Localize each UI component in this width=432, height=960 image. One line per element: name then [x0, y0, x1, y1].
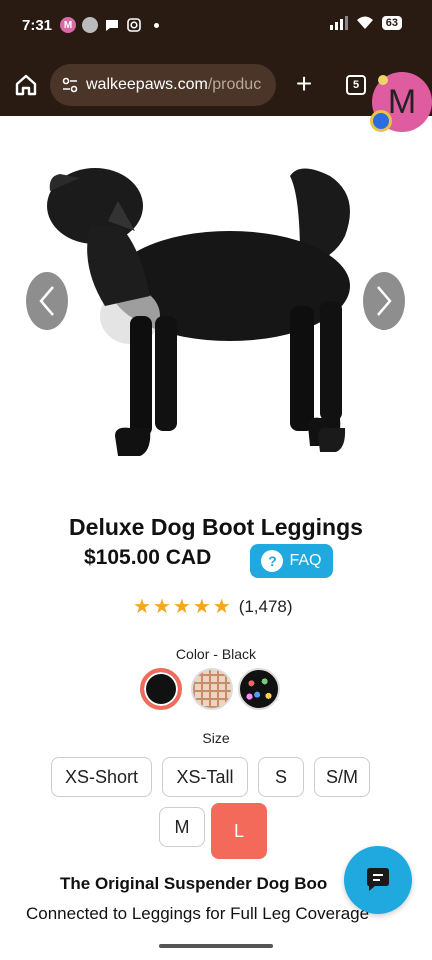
signal-icon — [329, 16, 348, 30]
url-host: walkeepaws.com — [86, 76, 208, 93]
message-notification-icon — [106, 20, 118, 31]
star-icon: ★ — [133, 596, 151, 618]
question-icon: ? — [261, 550, 284, 572]
chat-button[interactable] — [344, 846, 412, 914]
status-right: 63 — [329, 16, 402, 30]
star-icon: ★ — [152, 596, 171, 618]
site-settings-icon[interactable] — [60, 75, 80, 95]
avatar-notification-dot — [378, 75, 388, 85]
size-option-s-m[interactable]: S/M — [314, 757, 370, 797]
status-bar: 7:31 M 63 — [0, 0, 432, 54]
size-option-xs-tall[interactable]: XS-Tall — [162, 757, 248, 797]
star-icon: ★ — [212, 596, 231, 618]
gmail-notification-icon: M — [60, 17, 76, 33]
color-swatch-black[interactable] — [140, 668, 182, 710]
review-count: (1,478) — [238, 597, 293, 616]
product-rating[interactable]: ★ ★ ★ ★ ★ (1,478) — [133, 597, 293, 617]
url-path: /produc — [207, 76, 262, 93]
wifi-icon — [356, 16, 373, 29]
size-option-xs-short[interactable]: XS-Short — [51, 757, 152, 797]
chat-icon — [367, 868, 389, 891]
chat-bubble-badge-icon[interactable] — [370, 110, 392, 132]
notification-icons: M — [60, 17, 159, 33]
status-time: 7:31 — [22, 17, 53, 34]
size-option-m[interactable]: M — [159, 807, 205, 847]
faq-button[interactable]: ? FAQ — [250, 544, 333, 578]
size-option-l[interactable]: L — [211, 803, 267, 859]
more-notifications-dot — [154, 22, 159, 28]
chevron-left-icon — [39, 286, 54, 316]
home-icon[interactable] — [12, 71, 40, 99]
color-swatch-plaid[interactable] — [191, 668, 233, 710]
address-bar[interactable]: walkeepaws.com/produc — [50, 64, 276, 106]
product-title: Deluxe Dog Boot Leggings — [69, 514, 363, 540]
star-icon: ★ — [192, 596, 211, 618]
gesture-nav-bar[interactable] — [159, 944, 273, 948]
tab-switcher-button[interactable]: 5 — [346, 75, 366, 95]
size-label: Size — [202, 730, 230, 746]
battery-icon: 63 — [381, 16, 402, 30]
previous-image-button[interactable] — [26, 272, 68, 330]
url-text: walkeepaws.com/produc — [86, 76, 261, 94]
chevron-right-icon — [377, 286, 392, 316]
star-icon: ★ — [172, 596, 191, 618]
next-image-button[interactable] — [363, 272, 405, 330]
browser-toolbar: walkeepaws.com/produc + 5 — [0, 54, 432, 116]
color-label: Color - Black — [175, 646, 257, 662]
description-title: The Original Suspender Dog Boo — [60, 874, 328, 893]
new-tab-plus-icon[interactable]: + — [292, 70, 316, 100]
description-subtitle: Connected to Leggings for Full Leg Cover… — [26, 904, 370, 923]
size-option-s[interactable]: S — [258, 757, 304, 797]
instagram-notification-icon — [127, 18, 141, 32]
color-swatch-polka-dot[interactable] — [238, 668, 280, 710]
product-price: $105.00 CAD — [84, 546, 212, 569]
app-notification-icon — [82, 17, 98, 33]
faq-label: FAQ — [289, 552, 322, 569]
